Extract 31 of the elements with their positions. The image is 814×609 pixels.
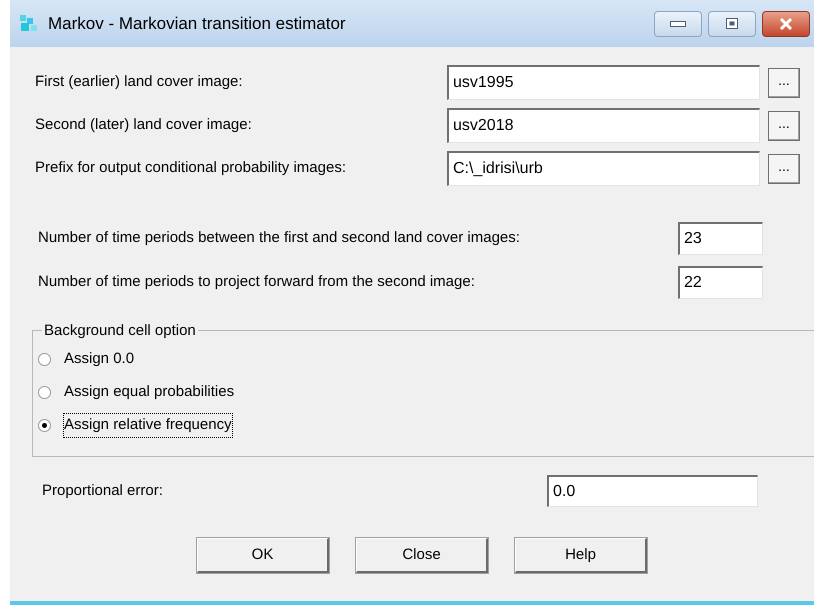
browse-button[interactable]: ... [768, 154, 800, 184]
file-input[interactable]: C:\_idrisi\urb [447, 151, 760, 186]
file-input[interactable]: usv1995 [447, 65, 760, 100]
window-title: Markov - Markovian transition estimator [48, 12, 346, 35]
restore-icon [726, 18, 738, 29]
radio-button[interactable] [38, 386, 51, 399]
close-icon [779, 18, 793, 30]
minimize-icon [670, 20, 686, 26]
browse-button[interactable]: ... [768, 68, 800, 98]
radio-label[interactable]: Assign relative frequency [63, 413, 233, 438]
radio-label[interactable]: Assign equal probabilities [63, 380, 236, 405]
radio-label[interactable]: Assign 0.0 [63, 347, 136, 372]
dialog-button[interactable]: Help [515, 538, 647, 573]
field-label: First (earlier) land cover image: [35, 72, 244, 92]
period-input[interactable]: 22 [678, 266, 763, 299]
radio-button[interactable] [38, 353, 51, 366]
minimize-button[interactable] [654, 10, 702, 36]
close-window-button[interactable] [762, 10, 810, 36]
dialog-button[interactable]: OK [197, 538, 329, 573]
field-label: Proportional error: [42, 480, 164, 501]
field-label: Prefix for output conditional probability images: [35, 158, 348, 178]
error-input[interactable]: 0.0 [547, 475, 758, 507]
period-input[interactable]: 23 [678, 222, 763, 255]
file-input[interactable]: usv2018 [447, 108, 760, 143]
field-label: Number of time periods between the first and second land cover images: [38, 228, 521, 248]
radio-button[interactable] [38, 419, 51, 432]
field-label: Second (later) land cover image: [35, 115, 253, 136]
browse-button[interactable]: ... [768, 110, 800, 140]
restore-button[interactable] [708, 10, 756, 36]
dialog-button[interactable]: Close [356, 538, 488, 573]
field-label: Number of time periods to project forward from the second image: [38, 272, 476, 292]
